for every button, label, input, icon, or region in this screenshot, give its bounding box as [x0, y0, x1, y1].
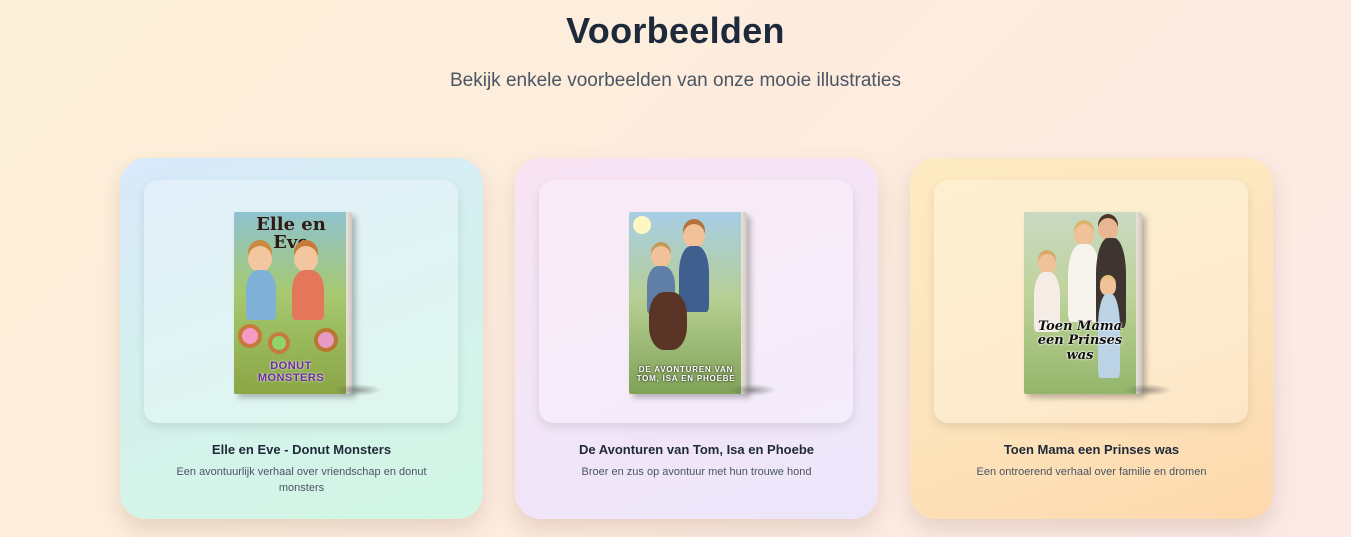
book-image-frame: Toen Mama een Prinses was: [934, 180, 1248, 423]
book-shadow: [334, 384, 382, 396]
example-card-tom-isa-phoebe[interactable]: DE AVONTUREN VAN TOM, ISA EN PHOEBE De A…: [515, 158, 878, 519]
book-spine: [741, 212, 747, 394]
mother-figure: [1074, 224, 1094, 246]
card-description: Een avontuurlijk verhaal over vriendscha…: [176, 466, 427, 494]
book-shadow: [1124, 384, 1172, 396]
book-shadow: [729, 384, 777, 396]
book-cover-image: Toen Mama een Prinses was: [1024, 212, 1142, 394]
donut-monster: [238, 324, 262, 348]
girl-figure: [1038, 254, 1056, 274]
book-cover-image: DE AVONTUREN VAN TOM, ISA EN PHOEBE: [629, 212, 747, 394]
book-cover-title: Toen Mama een Prinses was: [1037, 319, 1123, 363]
book-cover-image: Elle en Eve DONUT MONSTERS: [234, 212, 352, 394]
book-cover-subtitle: DE AVONTUREN VAN TOM, ISA EN PHOEBE: [636, 365, 736, 384]
example-card-elle-en-eve[interactable]: Elle en Eve DONUT MONSTERS Elle en Eve -…: [120, 158, 483, 519]
card-title: Elle en Eve - Donut Monsters: [211, 442, 392, 457]
card-title: De Avonturen van Tom, Isa en Phoebe: [578, 442, 814, 457]
girl-dress: [246, 270, 276, 320]
examples-grid: Elle en Eve DONUT MONSTERS Elle en Eve -…: [120, 158, 1273, 519]
card-title: Toen Mama een Prinses was: [1003, 442, 1180, 457]
section-subtitle: Bekijk enkele voorbeelden van onze mooie…: [450, 70, 901, 91]
donut-monster: [268, 332, 290, 354]
card-description: Een ontroerend verhaal over familie en d…: [976, 466, 1207, 478]
girl-figure: [683, 224, 705, 248]
book-image-frame: Elle en Eve DONUT MONSTERS: [144, 180, 458, 423]
boy-figure: [651, 246, 671, 268]
sun-shape: [633, 216, 651, 234]
girl-figure: [248, 246, 272, 272]
book-spine: [1136, 212, 1142, 394]
card-description: Broer en zus op avontuur met hun trouwe …: [581, 466, 812, 478]
section-title: Voorbeelden: [566, 10, 785, 51]
girl-figure: [294, 246, 318, 272]
book-spine: [346, 212, 352, 394]
father-figure: [1098, 218, 1118, 240]
book-image-frame: DE AVONTUREN VAN TOM, ISA EN PHOEBE: [539, 180, 853, 423]
girl-dress: [292, 270, 324, 320]
dog-figure: [649, 292, 687, 350]
example-card-toen-mama[interactable]: Toen Mama een Prinses was Toen Mama een …: [910, 158, 1273, 519]
book-cover-subtitle: DONUT MONSTERS: [257, 360, 325, 384]
donut-monster: [314, 328, 338, 352]
